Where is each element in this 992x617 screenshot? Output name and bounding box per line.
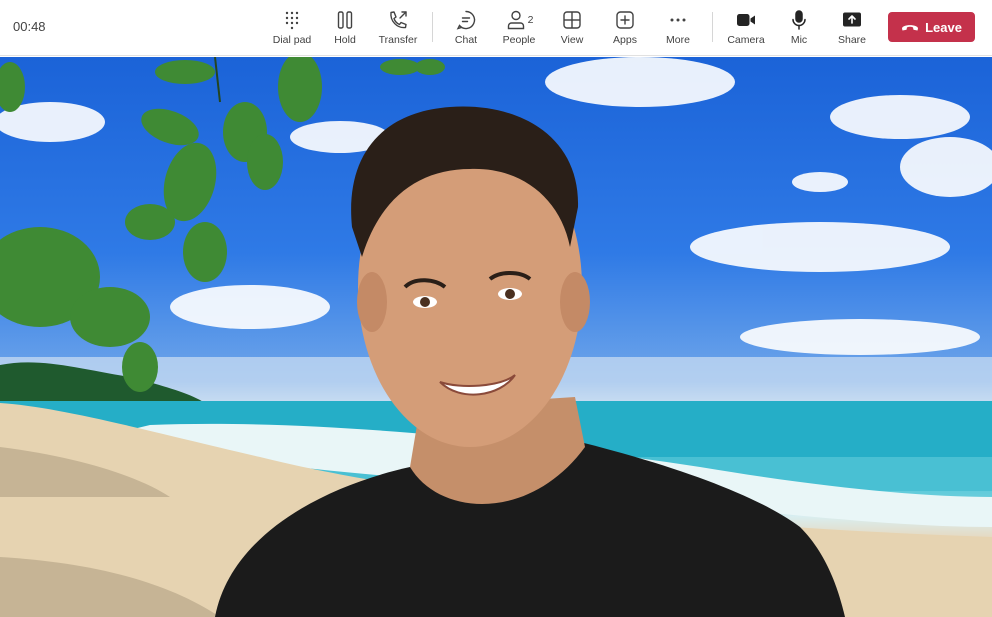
- chat-icon: [454, 8, 478, 32]
- leave-button[interactable]: Leave: [888, 12, 975, 42]
- call-timer: 00:48: [13, 19, 46, 34]
- pause-icon: [333, 8, 357, 32]
- people-count-badge: 2: [527, 14, 534, 26]
- mic-label: Mic: [790, 34, 808, 46]
- more-label: More: [666, 34, 690, 46]
- view-button[interactable]: View: [546, 8, 598, 50]
- chat-label: Chat: [454, 34, 478, 46]
- people-button[interactable]: 2 People: [493, 8, 545, 50]
- call-toolbar: 00:48 Dial pad Hold Transfer Chat 2 Peop…: [0, 0, 992, 56]
- beach-background: [0, 57, 992, 617]
- dial-pad-button[interactable]: Dial pad: [266, 8, 318, 50]
- transfer-call-icon: [386, 8, 410, 32]
- more-dots-icon: [666, 8, 690, 32]
- camera-icon: [734, 8, 758, 32]
- people-label: People: [502, 34, 536, 46]
- people-icon: 2: [501, 8, 537, 32]
- dial-pad-label: Dial pad: [272, 34, 312, 46]
- camera-label: Camera: [727, 34, 765, 46]
- hold-button[interactable]: Hold: [319, 8, 371, 50]
- share-screen-icon: [840, 8, 864, 32]
- more-button[interactable]: More: [652, 8, 704, 50]
- apps-label: Apps: [613, 34, 637, 46]
- share-button[interactable]: Share: [826, 8, 878, 50]
- grid-view-icon: [560, 8, 584, 32]
- leave-label: Leave: [925, 19, 962, 35]
- microphone-icon: [787, 8, 811, 32]
- share-label: Share: [837, 34, 867, 46]
- hang-up-icon: [901, 21, 919, 33]
- participant-video: [0, 57, 992, 617]
- view-label: View: [560, 34, 584, 46]
- hold-label: Hold: [334, 34, 356, 46]
- chat-button[interactable]: Chat: [440, 8, 492, 50]
- camera-button[interactable]: Camera: [720, 8, 772, 50]
- dial-pad-icon: [280, 8, 304, 32]
- toolbar-divider: [712, 12, 713, 42]
- apps-button[interactable]: Apps: [599, 8, 651, 50]
- mic-button[interactable]: Mic: [773, 8, 825, 50]
- add-app-icon: [613, 8, 637, 32]
- transfer-button[interactable]: Transfer: [372, 8, 424, 50]
- toolbar-divider: [432, 12, 433, 42]
- transfer-label: Transfer: [378, 34, 418, 46]
